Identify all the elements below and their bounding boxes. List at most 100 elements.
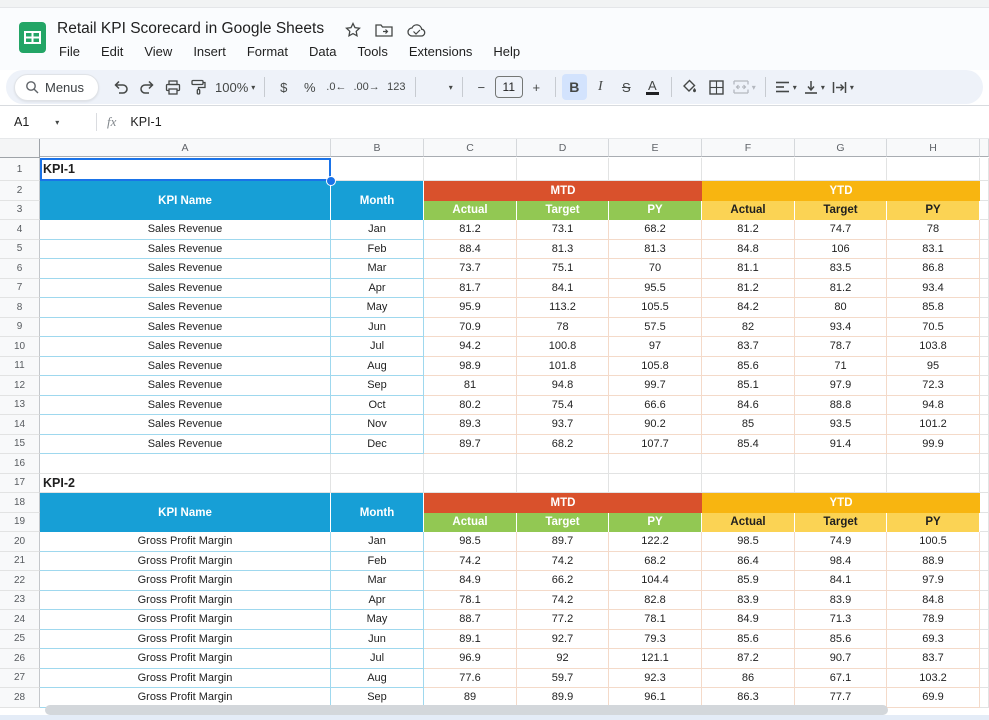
column-header-B[interactable]: B — [331, 139, 424, 157]
cell-kpi-name[interactable]: Sales Revenue — [40, 317, 331, 337]
cell-month[interactable]: May — [331, 610, 424, 630]
cell[interactable] — [980, 434, 989, 454]
row-header-20[interactable]: 20 — [0, 532, 40, 552]
menu-item-tools[interactable]: Tools — [354, 42, 390, 61]
row-header-25[interactable]: 25 — [0, 629, 40, 649]
cell-value[interactable]: 100.8 — [517, 337, 609, 357]
row-header-19[interactable]: 19 — [0, 512, 40, 532]
cell-value[interactable]: 106 — [795, 239, 887, 259]
cell-kpi-title[interactable]: KPI-1 — [40, 158, 331, 181]
decrease-font-size-button[interactable]: − — [469, 74, 494, 100]
cell-value[interactable]: 74.2 — [517, 590, 609, 610]
italic-button[interactable]: I — [588, 74, 613, 100]
cell[interactable] — [980, 532, 989, 552]
menu-item-data[interactable]: Data — [306, 42, 339, 61]
text-wrap-button[interactable]: ▾ — [829, 74, 857, 100]
cell-month[interactable]: Jan — [331, 220, 424, 240]
row-header-2[interactable]: 2 — [0, 181, 40, 201]
increase-font-size-button[interactable]: + — [524, 74, 549, 100]
cell-kpi-name[interactable]: Gross Profit Margin — [40, 610, 331, 630]
cell-month[interactable]: Oct — [331, 395, 424, 415]
cell-value[interactable]: 100.5 — [887, 532, 980, 552]
cell[interactable] — [887, 158, 980, 181]
cell-value[interactable]: 82 — [702, 317, 795, 337]
cell-value[interactable]: 85.1 — [702, 376, 795, 396]
cell-value[interactable]: 70.5 — [887, 317, 980, 337]
menu-item-view[interactable]: View — [141, 42, 175, 61]
cell-value[interactable]: 95 — [887, 356, 980, 376]
sheets-logo-icon[interactable] — [17, 22, 48, 53]
cell-value[interactable]: 99.7 — [609, 376, 702, 396]
cell-value[interactable]: 84.6 — [702, 395, 795, 415]
cell-value[interactable]: 68.2 — [609, 220, 702, 240]
cell-month[interactable]: Jun — [331, 629, 424, 649]
cell-value[interactable]: 85.6 — [795, 629, 887, 649]
row-header-28[interactable]: 28 — [0, 688, 40, 708]
horizontal-align-button[interactable]: ▾ — [772, 74, 800, 100]
cell-kpi-title[interactable]: KPI-2 — [40, 473, 331, 493]
cell-kpi-name[interactable]: Gross Profit Margin — [40, 629, 331, 649]
cell-value[interactable]: 85 — [702, 415, 795, 435]
cell-value[interactable]: 107.7 — [609, 434, 702, 454]
row-header-23[interactable]: 23 — [0, 590, 40, 610]
cell-value[interactable]: 83.5 — [795, 259, 887, 279]
row-header-16[interactable]: 16 — [0, 454, 40, 474]
cell[interactable] — [980, 454, 989, 474]
cell-value[interactable]: 84.2 — [702, 298, 795, 318]
cell-value[interactable]: 86.8 — [887, 259, 980, 279]
cell-value[interactable]: 59.7 — [517, 668, 609, 688]
paint-format-button[interactable] — [186, 74, 211, 100]
increase-decimal-button[interactable]: .00 → — [350, 74, 382, 100]
cell[interactable] — [980, 239, 989, 259]
cell[interactable] — [609, 454, 702, 474]
cell[interactable] — [331, 158, 424, 181]
cell-month[interactable]: Jul — [331, 337, 424, 357]
cell-kpi-name[interactable]: Sales Revenue — [40, 415, 331, 435]
cell-value[interactable]: 89.7 — [424, 434, 517, 454]
column-header-F[interactable]: F — [702, 139, 795, 157]
number-format-button[interactable]: 123 — [384, 74, 409, 100]
cell-value[interactable]: 74.2 — [424, 551, 517, 571]
cell-month[interactable]: May — [331, 298, 424, 318]
cell-value[interactable]: 104.4 — [609, 571, 702, 591]
cell[interactable] — [980, 298, 989, 318]
cell[interactable] — [980, 337, 989, 357]
cell-value[interactable]: 98.5 — [702, 532, 795, 552]
cell-value[interactable]: 93.7 — [517, 415, 609, 435]
cell[interactable] — [702, 454, 795, 474]
cell-month[interactable]: Dec — [331, 434, 424, 454]
cell-value[interactable]: 105.5 — [609, 298, 702, 318]
menu-item-format[interactable]: Format — [244, 42, 291, 61]
cell-value[interactable]: 81 — [424, 376, 517, 396]
cell-value[interactable]: 81.2 — [702, 220, 795, 240]
cell-value[interactable]: 75.1 — [517, 259, 609, 279]
cell-kpi-name[interactable]: Sales Revenue — [40, 239, 331, 259]
cell-value[interactable]: 91.4 — [795, 434, 887, 454]
cell-value[interactable]: 68.2 — [609, 551, 702, 571]
cell-value[interactable]: 83.7 — [887, 649, 980, 669]
cell-kpi-name[interactable]: Sales Revenue — [40, 259, 331, 279]
menu-item-extensions[interactable]: Extensions — [406, 42, 476, 61]
cell[interactable] — [40, 454, 331, 474]
cell-value[interactable]: 85.6 — [702, 629, 795, 649]
cell[interactable] — [980, 376, 989, 396]
cell-value[interactable]: 97.9 — [887, 571, 980, 591]
cell-value[interactable]: 85.4 — [702, 434, 795, 454]
row-header-22[interactable]: 22 — [0, 571, 40, 591]
cell[interactable] — [980, 551, 989, 571]
cell-value[interactable]: 78 — [517, 317, 609, 337]
cell-value[interactable]: 68.2 — [517, 434, 609, 454]
row-header-15[interactable]: 15 — [0, 434, 40, 454]
cell[interactable] — [980, 395, 989, 415]
row-header-3[interactable]: 3 — [0, 200, 40, 220]
cell-value[interactable]: 81.1 — [702, 259, 795, 279]
cell-kpi-name[interactable]: Sales Revenue — [40, 220, 331, 240]
column-header-E[interactable]: E — [609, 139, 702, 157]
row-header-27[interactable]: 27 — [0, 668, 40, 688]
cell-value[interactable]: 74.7 — [795, 220, 887, 240]
cell-value[interactable]: 83.7 — [702, 337, 795, 357]
cell-value[interactable]: 88.4 — [424, 239, 517, 259]
cell-month[interactable]: Jul — [331, 649, 424, 669]
cell[interactable] — [702, 158, 795, 181]
cell[interactable] — [980, 220, 989, 240]
